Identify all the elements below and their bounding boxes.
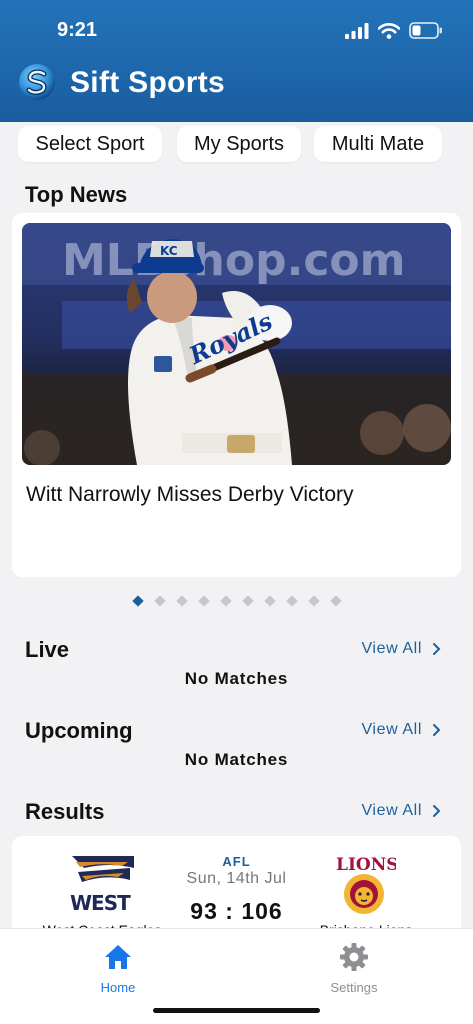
tab-home[interactable]: Home (63, 935, 173, 995)
tab-settings-label: Settings (330, 980, 378, 995)
multi-mate-chip[interactable]: Multi Mate (314, 126, 442, 162)
home-icon (105, 945, 131, 969)
live-view-all-link[interactable]: View All (361, 640, 441, 658)
sport-chips: Select Sport My Sports Multi Mate (0, 126, 473, 164)
status-time: 9:21 (57, 19, 98, 41)
tab-home-label: Home (100, 980, 136, 995)
brisbane-lions-logo-icon: LIONS (336, 855, 396, 914)
select-sport-chip[interactable]: Select Sport (18, 126, 162, 162)
banner-text: MLBshop.com (62, 235, 405, 286)
result-card[interactable]: WEST COAST West Coast Eagles AFL Sun, 14… (12, 836, 461, 936)
view-all-label: View All (361, 802, 422, 819)
app-logo-icon (19, 64, 55, 100)
upcoming-title: Upcoming (25, 718, 133, 743)
gear-icon (340, 943, 368, 971)
app-title: Sift Sports (70, 66, 225, 99)
status-icons (345, 22, 443, 39)
results-view-all-link[interactable]: View All (361, 802, 441, 820)
view-all-label: View All (361, 640, 422, 657)
top-news-title: Top News (25, 182, 128, 207)
carousel-dot[interactable] (220, 595, 232, 607)
svg-text:KC: KC (160, 244, 178, 258)
news-headline[interactable]: Witt Narrowly Misses Derby Victory (26, 483, 354, 507)
carousel-dot[interactable] (308, 595, 320, 607)
app-header: 9:21 Sift Sports (0, 0, 473, 122)
carousel-dot[interactable] (264, 595, 276, 607)
upcoming-empty-text: No Matches (184, 750, 289, 769)
view-all-label: View All (361, 721, 422, 738)
baseball-player-image: MLBshop.com KC Royals (22, 223, 451, 465)
news-photo[interactable]: MLBshop.com KC Royals (22, 223, 451, 465)
tab-settings[interactable]: Settings (299, 935, 409, 995)
carousel-dot[interactable] (242, 595, 254, 607)
chevron-right-icon (433, 805, 441, 817)
carousel-dot[interactable] (330, 595, 342, 607)
chevron-right-icon (433, 643, 441, 655)
results-title: Results (25, 799, 105, 824)
carousel-dot[interactable] (286, 595, 298, 607)
carousel-dot[interactable] (132, 595, 144, 607)
carousel-dot[interactable] (176, 595, 188, 607)
live-empty-text: No Matches (184, 669, 289, 688)
carousel-page-indicator[interactable] (0, 595, 473, 607)
chevron-right-icon (433, 724, 441, 736)
live-title: Live (25, 637, 70, 662)
carousel-dot[interactable] (154, 595, 166, 607)
battery-icon (409, 22, 442, 39)
news-card[interactable]: MLBshop.com KC Royals Witt Narrowly Miss… (12, 213, 461, 577)
svg-text:LIONS: LIONS (336, 855, 396, 875)
carousel-dot[interactable] (198, 595, 210, 607)
my-sports-chip[interactable]: My Sports (177, 126, 301, 162)
upcoming-view-all-link[interactable]: View All (361, 721, 441, 739)
home-indicator[interactable] (153, 1008, 320, 1013)
wifi-icon (378, 22, 400, 39)
cellular-signal-icon (345, 22, 369, 39)
